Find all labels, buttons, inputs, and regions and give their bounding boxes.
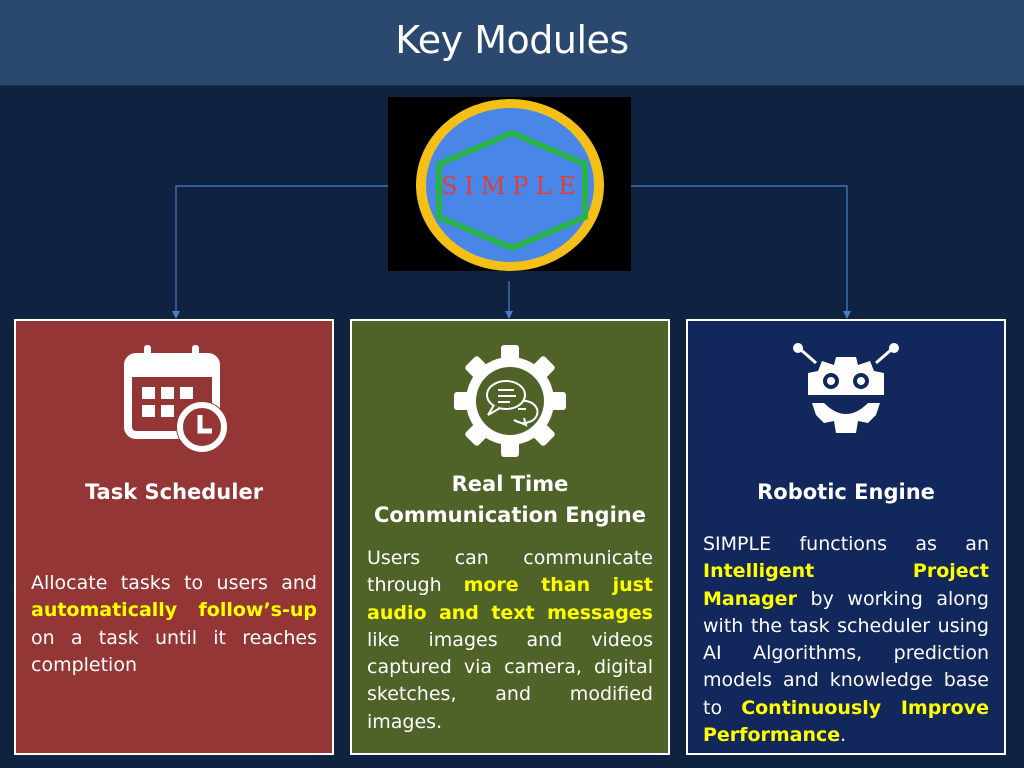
- module-title: Robotic Engine: [757, 480, 935, 504]
- gear-chat-icon: [352, 343, 668, 457]
- module-description: SIMPLE functions as an Intelligent Proje…: [703, 531, 989, 749]
- module-title: Task Scheduler: [84, 480, 264, 504]
- logo-text: SIMPLE: [441, 172, 583, 200]
- arrowhead-left: [172, 311, 180, 319]
- description-text: on a task until it reaches completion: [31, 626, 317, 676]
- robot-gear-icon: [688, 343, 1004, 453]
- simple-logo: SIMPLE: [388, 97, 631, 271]
- arrowhead-center: [505, 311, 513, 319]
- module-description: Users can communicate through more than …: [367, 545, 653, 736]
- calendar-clock-icon: [16, 343, 332, 453]
- description-text: Allocate tasks to users and: [31, 572, 317, 594]
- module-card-task-scheduler: Task Scheduler Allocate tasks to users a…: [14, 319, 334, 755]
- description-text: like images and videos captured via came…: [367, 628, 653, 733]
- page-title: Key Modules: [395, 18, 629, 62]
- module-description: Allocate tasks to users and automaticall…: [31, 570, 317, 679]
- module-card-communication-engine: Real Time Communication Engine Users can…: [350, 319, 670, 755]
- description-text: SIMPLE functions as an: [703, 533, 989, 555]
- description-text: .: [840, 724, 847, 747]
- module-card-robotic-engine: Robotic Engine SIMPLE functions as an In…: [686, 319, 1006, 755]
- highlighted-text: automatically follow’s-up: [31, 599, 317, 622]
- arrowhead-right: [843, 311, 851, 319]
- connector-left: [175, 185, 388, 313]
- connector-right: [631, 185, 848, 313]
- header-bar: Key Modules: [0, 0, 1024, 86]
- module-title: Real Time Communication Engine: [374, 472, 646, 527]
